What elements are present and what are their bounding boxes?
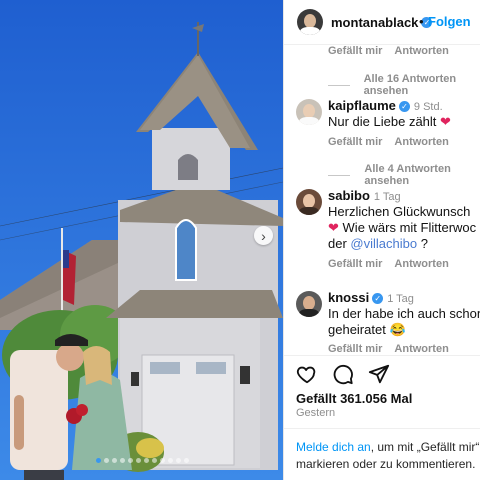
- reply-button[interactable]: Antworten: [394, 343, 448, 355]
- comment-time[interactable]: 1 Tag: [374, 191, 401, 203]
- carousel-dot: [119, 458, 125, 463]
- carousel-dot: [167, 458, 173, 463]
- carousel-dot: [103, 458, 109, 463]
- comment-body: geheiratet: [328, 322, 386, 337]
- comment-text: Nur die Liebe zählt ❤: [328, 113, 451, 131]
- comment-text-line: geheiratet 😂: [328, 321, 406, 339]
- author-name[interactable]: montanablack ✓: [331, 14, 433, 32]
- likes-count[interactable]: Gefällt 361.056 Mal: [296, 391, 412, 406]
- red-heart-emoji: ❤: [328, 220, 339, 235]
- login-prompt: Melde dich an, um mit „Gefällt mir“ z ma…: [296, 439, 480, 473]
- carousel-dot: [159, 458, 165, 463]
- comment-time[interactable]: 9 Std.: [414, 101, 443, 113]
- comment-username[interactable]: kaipflaume: [328, 98, 396, 113]
- thread-line: [328, 84, 350, 86]
- comment-username[interactable]: sabibo: [328, 188, 370, 203]
- comment-meta: Gefällt mir Antworten: [328, 45, 461, 57]
- carousel-next-button[interactable]: ›: [254, 226, 273, 245]
- separator-dot: •: [419, 14, 424, 29]
- carousel-dot: [175, 458, 181, 463]
- login-prompt-text: , um mit „Gefällt mir“ z: [370, 440, 480, 454]
- divider: [284, 355, 480, 356]
- verified-badge-icon: ✓: [398, 101, 410, 113]
- like-comment-button[interactable]: Gefällt mir: [328, 343, 382, 355]
- comment-body: In der habe ich auch schon: [328, 306, 480, 321]
- post-side-panel: montanablack ✓ • Folgen Gefällt mir Antwor…: [283, 0, 480, 480]
- username-link[interactable]: montanablack: [331, 15, 418, 30]
- avatar[interactable]: [296, 99, 322, 125]
- comment-body: Herzlichen Glückwunsch: [328, 204, 471, 219]
- comment-body: der: [328, 236, 347, 251]
- verified-badge-icon: ✓: [372, 293, 384, 305]
- comment-meta: Gefällt mir Antworten: [328, 258, 461, 270]
- chevron-right-icon: ›: [261, 227, 266, 244]
- carousel-dot: [127, 458, 133, 463]
- comment-meta: Gefällt mir Antworten: [328, 343, 461, 355]
- reply-button[interactable]: Antworten: [394, 45, 448, 57]
- action-bar: [296, 363, 390, 385]
- carousel-dot: [111, 458, 117, 463]
- share-icon[interactable]: [368, 363, 390, 385]
- red-heart-emoji: ❤: [440, 114, 451, 129]
- comment-body: Nur die Liebe zählt: [328, 114, 437, 129]
- carousel-dot: [183, 458, 189, 463]
- wedding-chapel-photo: [0, 0, 283, 480]
- post-header: montanablack ✓ • Folgen: [284, 0, 480, 45]
- carousel-dot: [143, 458, 149, 463]
- comment-username[interactable]: knossi: [328, 290, 369, 305]
- avatar[interactable]: [296, 291, 322, 317]
- view-replies-label[interactable]: Alle 16 Antworten ansehen: [364, 73, 480, 97]
- heart-icon[interactable]: [296, 363, 318, 385]
- carousel-dots: [42, 458, 242, 464]
- like-comment-button[interactable]: Gefällt mir: [328, 136, 382, 148]
- like-comment-button[interactable]: Gefällt mir: [328, 258, 382, 270]
- view-replies[interactable]: Alle 4 Antworten ansehen: [328, 163, 480, 187]
- reply-button[interactable]: Antworten: [394, 258, 448, 270]
- comment-text-line: der @villachibo ?: [328, 235, 428, 253]
- comment-icon[interactable]: [332, 363, 354, 385]
- divider: [284, 428, 480, 429]
- view-replies[interactable]: Alle 16 Antworten ansehen: [328, 73, 480, 97]
- login-prompt-text: markieren oder zu kommentieren.: [296, 457, 476, 471]
- comment-time[interactable]: 1 Tag: [387, 293, 414, 305]
- reply-button[interactable]: Antworten: [394, 136, 448, 148]
- post-photo[interactable]: ›: [0, 0, 283, 480]
- avatar[interactable]: [296, 189, 322, 215]
- login-link[interactable]: Melde dich an: [296, 440, 371, 454]
- comment-body: ?: [420, 236, 428, 251]
- laughing-emoji: 😂: [389, 322, 406, 337]
- carousel-dot: [151, 458, 157, 463]
- view-replies-label[interactable]: Alle 4 Antworten ansehen: [364, 163, 480, 187]
- follow-button[interactable]: Folgen: [428, 14, 471, 29]
- carousel-dot: [95, 458, 101, 463]
- mention-link[interactable]: @villachibo: [350, 236, 417, 251]
- post-date[interactable]: Gestern: [296, 407, 335, 419]
- carousel-dot: [135, 458, 141, 463]
- comment-meta: Gefällt mir Antworten: [328, 136, 461, 148]
- comment-body: Wie wärs mit Flitterwoc: [342, 220, 477, 235]
- avatar[interactable]: [297, 9, 323, 35]
- thread-line: [328, 174, 351, 176]
- like-comment-button[interactable]: Gefällt mir: [328, 45, 382, 57]
